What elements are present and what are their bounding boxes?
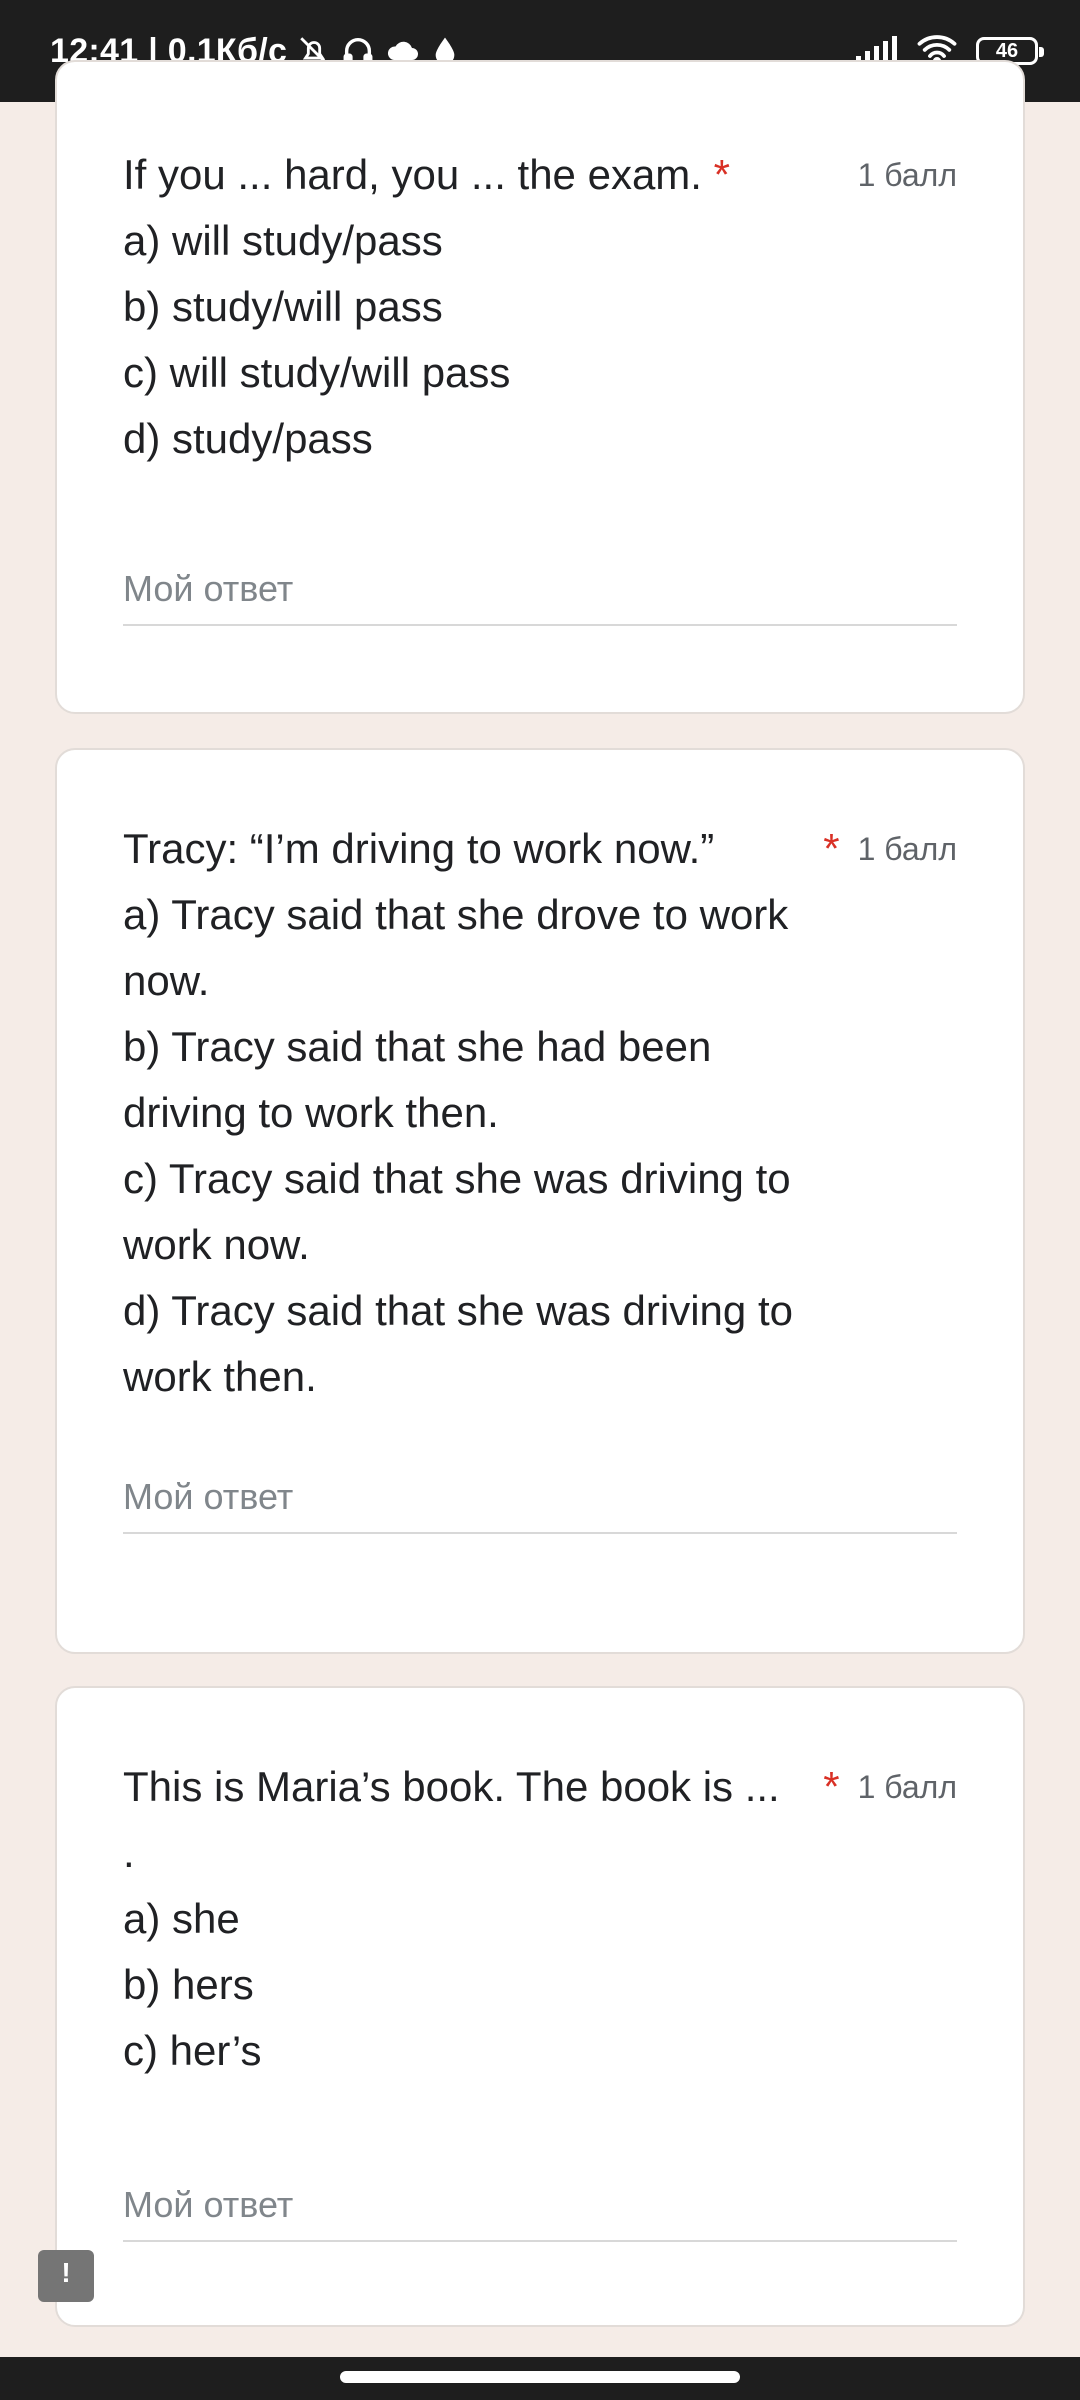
question-title: This is Maria’s book. The book is ... .: [123, 1763, 792, 1876]
question-card-2: Tracy: “I’m driving to work now.” * 1 ба…: [55, 748, 1025, 1654]
points-label: 1 балл: [857, 156, 957, 193]
question-header: If you ... hard, you ... the exam. * 1 б…: [123, 142, 957, 472]
answer-input[interactable]: Мой ответ: [123, 556, 957, 626]
option-a: a) she: [123, 1895, 240, 1942]
report-glyph: !: [61, 2257, 70, 2288]
option-d: d) Tracy said that she was driving to wo…: [123, 1287, 805, 1400]
feedback-button[interactable]: !: [38, 2250, 94, 2302]
option-b: b) Tracy said that she had been driving …: [123, 1023, 724, 1136]
answer-input[interactable]: Мой ответ: [123, 2172, 957, 2242]
answer-placeholder: Мой ответ: [123, 2184, 294, 2225]
required-asterisk: *: [713, 151, 730, 198]
option-a: a) Tracy said that she drove to work now…: [123, 891, 800, 1004]
option-c: c) her’s: [123, 2027, 262, 2074]
question-meta: * 1 балл: [823, 816, 957, 882]
answer-placeholder: Мой ответ: [123, 568, 294, 609]
points-label: 1 балл: [857, 1768, 957, 1805]
home-indicator[interactable]: [340, 2371, 740, 2383]
required-asterisk: *: [823, 1763, 840, 1810]
option-d: d) study/pass: [123, 415, 373, 462]
question-header: This is Maria’s book. The book is ... . …: [123, 1754, 957, 2084]
question-card-3: This is Maria’s book. The book is ... . …: [55, 1686, 1025, 2327]
question-text-wrap: If you ... hard, you ... the exam. *: [123, 142, 763, 208]
question-title: If you ... hard, you ... the exam.: [123, 151, 702, 198]
option-a: a) will study/pass: [123, 217, 443, 264]
report-icon: !: [44, 2254, 92, 2300]
question-meta: * 1 балл: [823, 1754, 957, 1820]
question-card-1: If you ... hard, you ... the exam. * 1 б…: [55, 60, 1025, 714]
answer-placeholder: Мой ответ: [123, 1476, 294, 1517]
navigation-bar: [0, 2357, 1080, 2400]
option-b: b) study/will pass: [123, 283, 443, 330]
points-label: 1 балл: [857, 830, 957, 867]
option-c: c) will study/will pass: [123, 349, 511, 396]
option-b: b) hers: [123, 1961, 254, 2008]
option-c: c) Tracy said that she was driving to wo…: [123, 1155, 803, 1268]
answer-input[interactable]: Мой ответ: [123, 1464, 957, 1534]
question-header: Tracy: “I’m driving to work now.” * 1 ба…: [123, 816, 957, 1410]
required-asterisk: *: [823, 825, 840, 872]
question-title: Tracy: “I’m driving to work now.”: [123, 825, 715, 872]
question-meta: 1 балл: [858, 142, 957, 208]
